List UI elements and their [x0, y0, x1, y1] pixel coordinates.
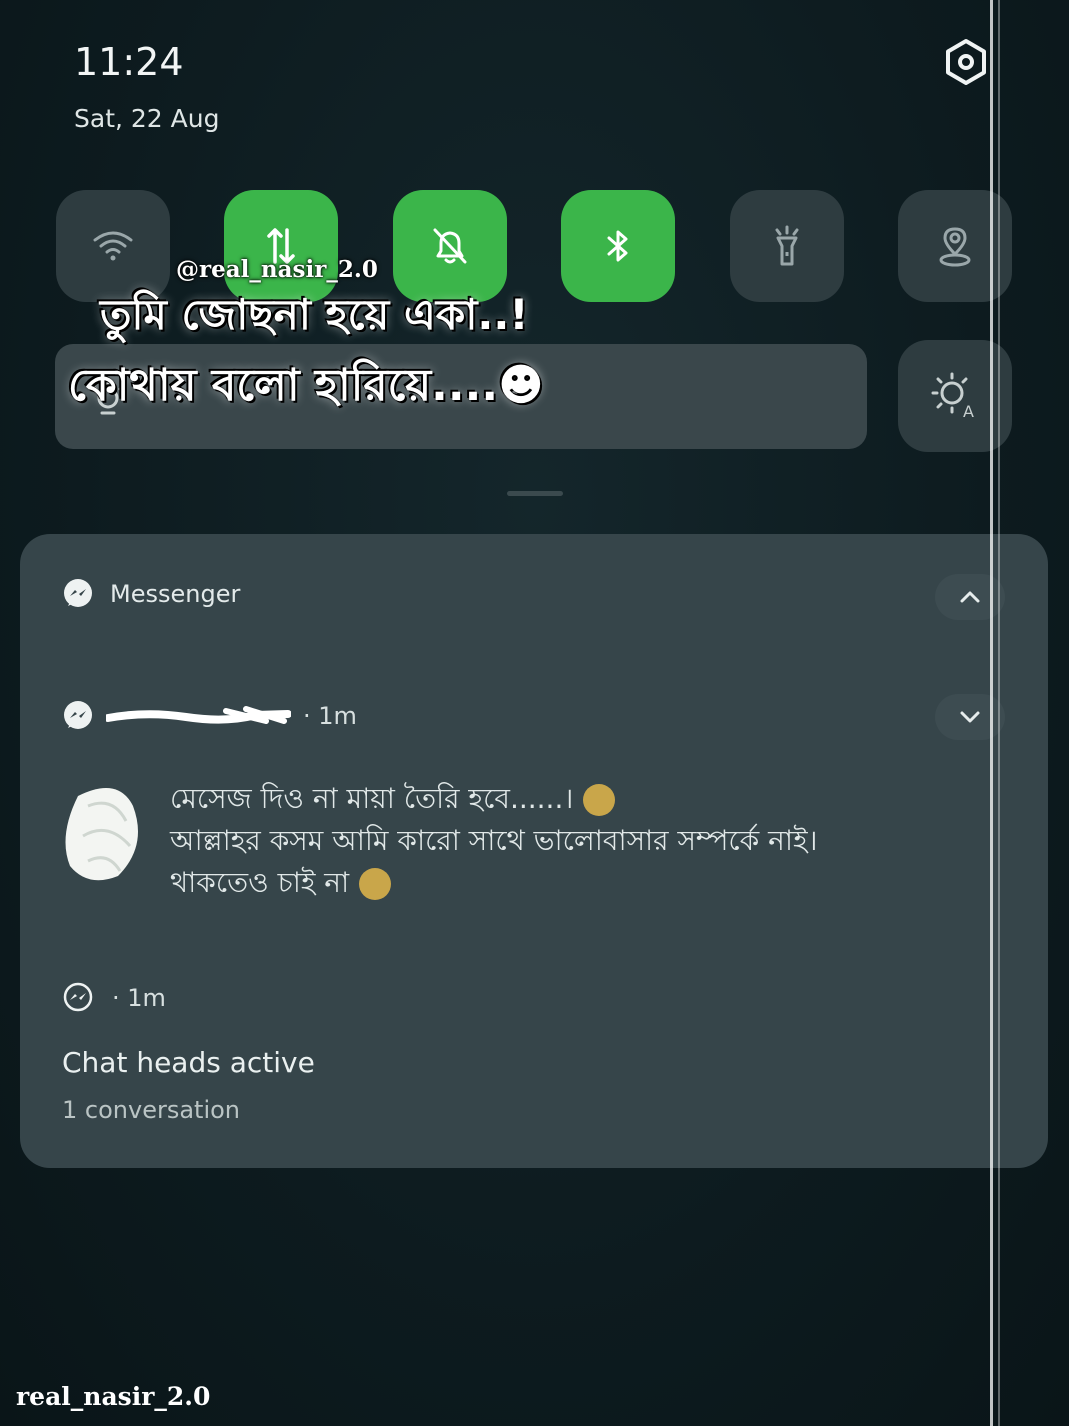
messenger-outline-icon — [63, 982, 93, 1012]
location-tile[interactable] — [898, 190, 1012, 302]
messenger-icon — [64, 579, 92, 607]
redacted-sender-name — [106, 706, 291, 724]
chat-heads-subtitle: 1 conversation — [62, 1096, 241, 1124]
message-line-3: থাকতেও চাই না — [170, 866, 350, 899]
auto-brightness-icon: A — [931, 372, 974, 421]
clock: 11:24 — [74, 40, 184, 84]
message-header: · 1m — [62, 700, 357, 732]
location-icon — [939, 227, 971, 267]
overlay-lyric-line-1: তুমি জোছনা হয়ে একা..! — [100, 290, 529, 339]
app-name: Messenger — [110, 580, 241, 608]
chevron-down-icon — [960, 711, 980, 723]
settings-gear-icon[interactable] — [942, 38, 990, 86]
chat-heads-time: · 1m — [112, 984, 166, 1012]
collapse-button[interactable] — [935, 574, 1005, 620]
date: Sat, 22 Aug — [74, 104, 220, 133]
chat-heads-header: · 1m — [62, 982, 166, 1014]
bell-off-icon — [433, 228, 467, 264]
chat-heads-title[interactable]: Chat heads active — [62, 1046, 315, 1079]
flashlight-icon — [775, 225, 799, 266]
sender-avatar — [65, 788, 138, 881]
messenger-icon — [64, 701, 92, 729]
svg-text:A: A — [963, 402, 974, 421]
pleading-face-emoji-icon — [583, 784, 616, 816]
message-line-2: আল্লাহর কসম আমি কারো সাথে ভালোবাসার সম্প… — [170, 824, 818, 857]
flashlight-tile[interactable] — [730, 190, 844, 302]
chevron-up-icon — [960, 591, 980, 603]
notification-app-header: Messenger — [62, 578, 240, 610]
wifi-icon — [93, 231, 133, 261]
message-line-1: মেসেজ দিও না মায়া তৈরি হবে......। — [170, 782, 574, 815]
smile-emoji-icon — [359, 868, 392, 900]
bluetooth-icon — [607, 230, 628, 262]
panel-drag-handle[interactable] — [507, 491, 563, 496]
expand-button[interactable] — [935, 694, 1005, 740]
bluetooth-tile[interactable] — [561, 190, 675, 302]
message-body: মেসেজ দিও না মায়া তৈরি হবে......। আল্লা… — [170, 778, 930, 904]
overlay-handle-text: @real_nasir_2.0 — [176, 256, 378, 283]
overlay-lyric-line-2: কোথায় বলো হারিয়ে....☻ — [68, 360, 544, 411]
watermark: real_nasir_2.0 — [16, 1382, 211, 1411]
video-overlay-line-thin — [998, 0, 1000, 1426]
video-overlay-line — [990, 0, 993, 1426]
message-time: · 1m — [303, 702, 357, 730]
auto-brightness-tile[interactable]: A — [898, 340, 1012, 452]
